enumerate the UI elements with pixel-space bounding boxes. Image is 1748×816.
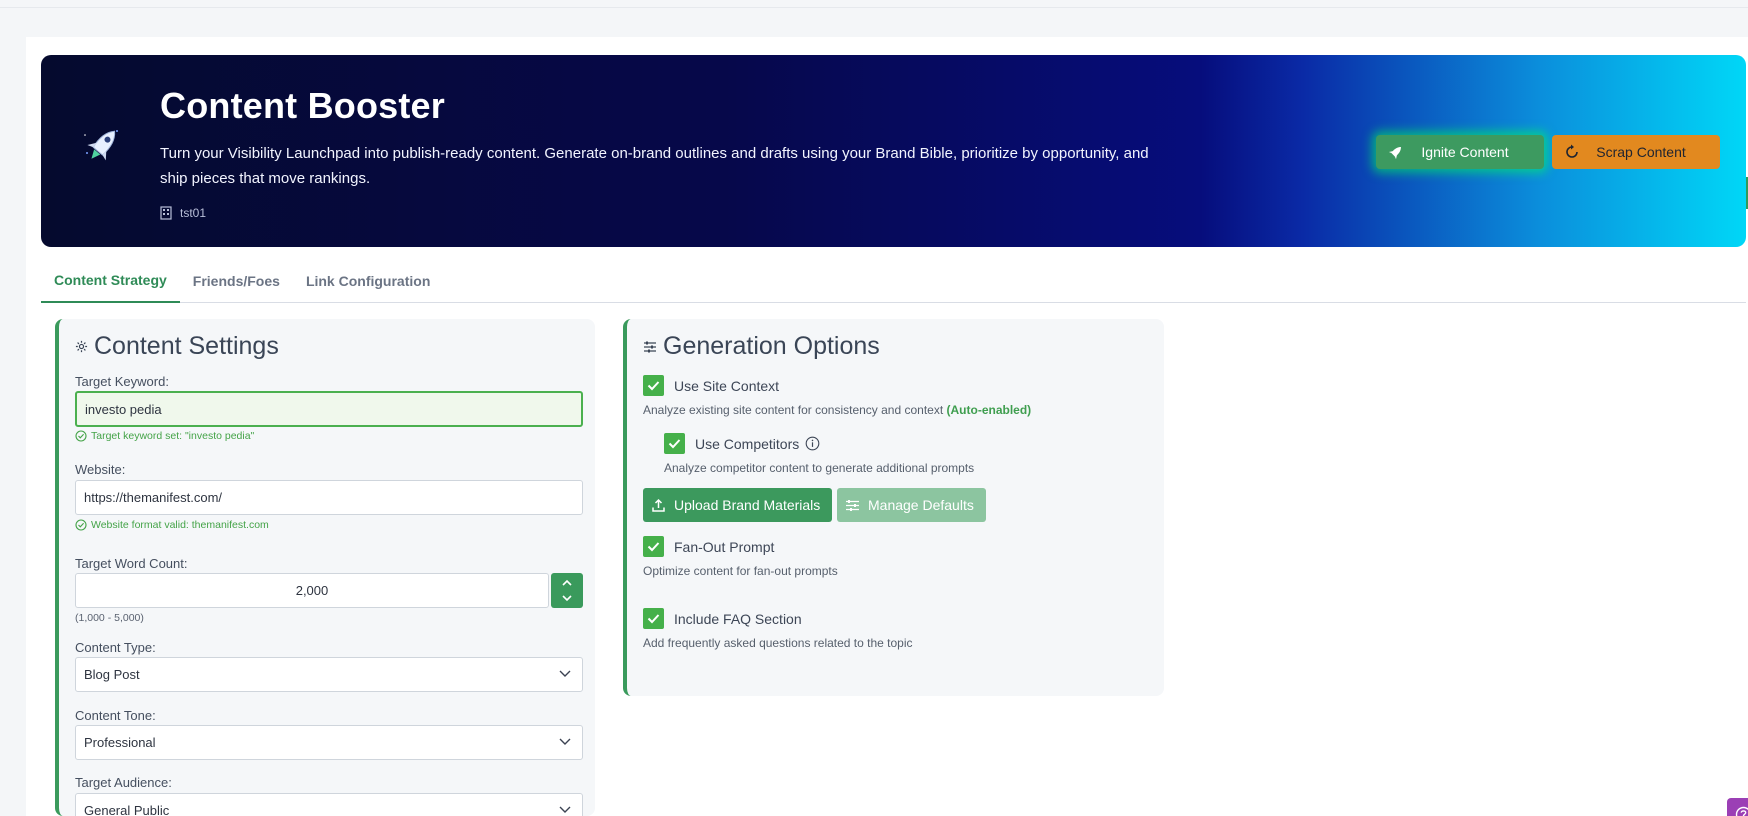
rocket-icon xyxy=(1388,147,1401,160)
help-icon xyxy=(1735,806,1748,816)
target-audience-select[interactable]: General Public xyxy=(75,793,583,816)
sliders-icon xyxy=(644,341,656,352)
check-icon xyxy=(647,542,660,552)
use-competitors-label: Use Competitors xyxy=(695,435,800,452)
content-settings-panel: Content Settings Target Keyword: investo… xyxy=(55,319,595,816)
tab-friends-foes[interactable]: Friends/Foes xyxy=(180,259,293,303)
top-strip xyxy=(0,0,1748,8)
word-count-range: (1,000 - 5,000) xyxy=(75,612,144,624)
scrap-content-label: Scrap Content xyxy=(1596,144,1686,160)
website-label: Website: xyxy=(75,462,126,477)
website-hint-text: Website format valid: themanifest.com xyxy=(91,519,269,531)
auto-enabled-badge: (Auto-enabled) xyxy=(946,403,1032,417)
check-circle-icon xyxy=(75,519,87,531)
gear-icon xyxy=(75,340,88,353)
include-faq-description: Add frequently asked questions related t… xyxy=(643,636,913,650)
manage-defaults-label: Manage Defaults xyxy=(868,497,974,513)
check-circle-icon xyxy=(75,430,87,442)
scrap-content-button[interactable]: Scrap Content xyxy=(1552,135,1720,169)
target-audience-label: Target Audience: xyxy=(75,775,172,790)
check-icon xyxy=(647,614,660,624)
fan-out-prompt-label: Fan-Out Prompt xyxy=(674,538,775,555)
page-container: Content Booster Turn your Visibility Lau… xyxy=(26,37,1748,816)
upload-icon xyxy=(652,498,665,512)
ignite-content-button[interactable]: Ignite Content xyxy=(1376,135,1544,169)
generation-options-title: Generation Options xyxy=(663,332,880,360)
target-keyword-hint-text: Target keyword set: "investo pedia" xyxy=(91,430,255,442)
use-site-context-description: Analyze existing site content for consis… xyxy=(643,403,1031,417)
website-hint: Website format valid: themanifest.com xyxy=(75,519,269,531)
chevron-down-icon xyxy=(559,806,571,813)
building-icon xyxy=(160,206,172,220)
content-type-label: Content Type: xyxy=(75,640,156,655)
word-count-stepper[interactable] xyxy=(551,573,583,608)
chevron-up-icon[interactable] xyxy=(560,578,574,588)
use-competitors-description: Analyze competitor content to generate a… xyxy=(664,461,975,475)
fan-out-prompt-option: Fan-Out Prompt xyxy=(643,536,774,557)
hero-banner: Content Booster Turn your Visibility Lau… xyxy=(41,55,1746,247)
ignite-content-label: Ignite Content xyxy=(1421,144,1509,160)
tab-content-strategy[interactable]: Content Strategy xyxy=(41,259,180,303)
use-competitors-checkbox[interactable] xyxy=(664,433,685,454)
generation-options-panel: Generation Options Use Site Context Anal… xyxy=(623,319,1164,696)
tab-bar: Content Strategy Friends/Foes Link Confi… xyxy=(41,259,1746,303)
organization-label: tst01 xyxy=(160,206,206,220)
organization-name: tst01 xyxy=(180,206,207,220)
use-site-context-label: Use Site Context xyxy=(674,377,780,394)
include-faq-label: Include FAQ Section xyxy=(674,610,802,627)
use-site-context-option: Use Site Context xyxy=(643,375,779,396)
target-keyword-label: Target Keyword: xyxy=(75,374,169,389)
content-type-select[interactable]: Blog Post xyxy=(75,657,583,692)
content-settings-title: Content Settings xyxy=(94,332,279,360)
page-description: Turn your Visibility Launchpad into publ… xyxy=(160,145,1149,187)
target-audience-value: General Public xyxy=(84,803,170,816)
upload-brand-materials-button[interactable]: Upload Brand Materials xyxy=(643,488,832,522)
include-faq-option: Include FAQ Section xyxy=(643,608,802,629)
generation-options-heading: Generation Options xyxy=(643,332,880,361)
content-settings-heading: Content Settings xyxy=(75,332,279,361)
use-site-context-checkbox[interactable] xyxy=(643,375,664,396)
include-faq-checkbox[interactable] xyxy=(643,608,664,629)
target-keyword-input[interactable]: investo pedia xyxy=(75,391,583,427)
tab-link-configuration[interactable]: Link Configuration xyxy=(293,259,443,303)
manage-defaults-button[interactable]: Manage Defaults xyxy=(837,488,986,522)
use-competitors-option: Use Competitors xyxy=(664,433,820,454)
website-input[interactable]: https://themanifest.com/ xyxy=(75,480,583,515)
content-tone-label: Content Tone: xyxy=(75,708,156,723)
word-count-label: Target Word Count: xyxy=(75,556,188,571)
help-button[interactable] xyxy=(1727,798,1748,816)
fan-out-prompt-checkbox[interactable] xyxy=(643,536,664,557)
target-keyword-hint: Target keyword set: "investo pedia" xyxy=(75,430,254,442)
content-type-value: Blog Post xyxy=(84,667,140,682)
content-tone-value: Professional xyxy=(84,735,156,750)
upload-brand-materials-label: Upload Brand Materials xyxy=(674,497,821,513)
chevron-down-icon xyxy=(559,670,571,677)
info-icon[interactable] xyxy=(805,436,820,451)
chevron-down-icon[interactable] xyxy=(560,593,574,603)
fan-out-prompt-description: Optimize content for fan-out prompts xyxy=(643,564,838,578)
chevron-down-icon xyxy=(559,738,571,745)
rocket-icon xyxy=(84,130,118,161)
use-site-context-desc-text: Analyze existing site content for consis… xyxy=(643,403,944,417)
sliders-icon xyxy=(846,499,859,511)
content-tone-select[interactable]: Professional xyxy=(75,725,583,760)
page-title: Content Booster xyxy=(160,85,445,126)
refresh-icon xyxy=(1566,144,1578,158)
check-icon xyxy=(647,381,660,391)
check-icon xyxy=(668,439,681,449)
word-count-input[interactable]: 2,000 xyxy=(75,573,549,608)
